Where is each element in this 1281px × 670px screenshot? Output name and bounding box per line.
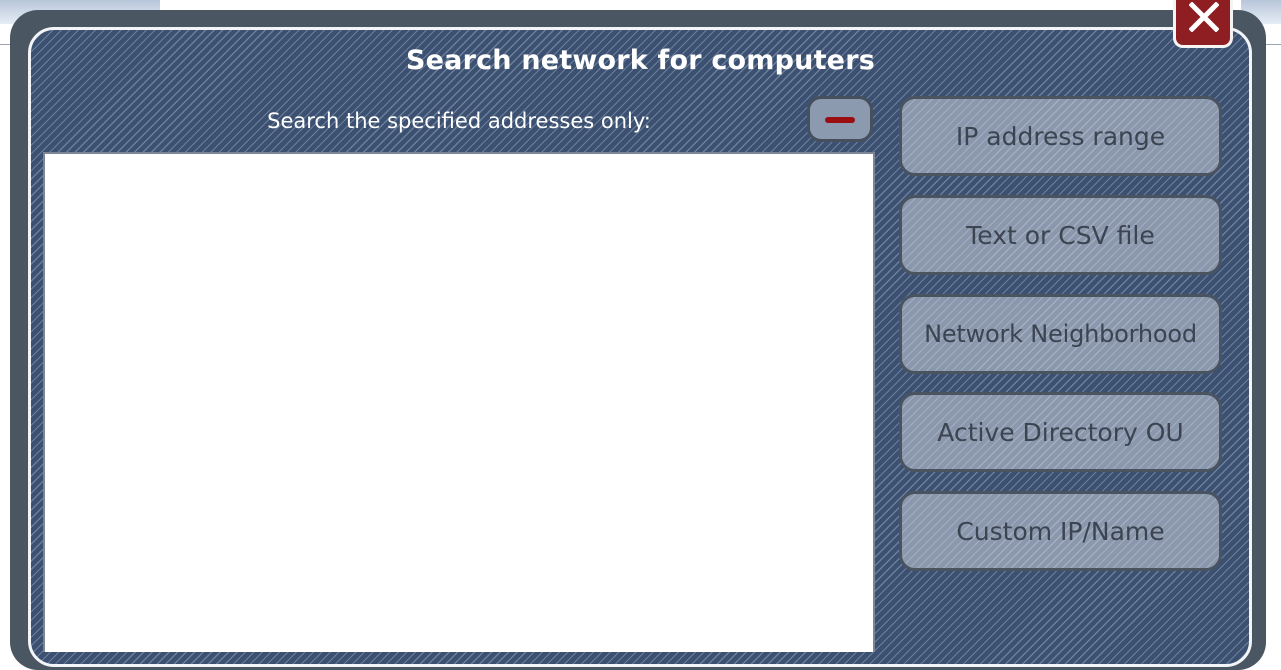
close-icon: [1189, 2, 1219, 32]
close-button[interactable]: [1173, 0, 1233, 48]
network-neighborhood-button[interactable]: Network Neighborhood: [899, 294, 1222, 374]
minus-icon: [825, 117, 855, 123]
remove-address-button[interactable]: [807, 96, 873, 142]
ip-address-range-button[interactable]: IP address range: [899, 96, 1222, 176]
address-list-label: Search the specified addresses only:: [267, 109, 651, 133]
text-or-csv-file-button[interactable]: Text or CSV file: [899, 195, 1222, 275]
address-list[interactable]: [43, 152, 875, 652]
dialog-title: Search network for computers: [406, 45, 875, 76]
active-directory-ou-button[interactable]: Active Directory OU: [899, 392, 1222, 472]
custom-ip-name-button[interactable]: Custom IP/Name: [899, 491, 1222, 571]
